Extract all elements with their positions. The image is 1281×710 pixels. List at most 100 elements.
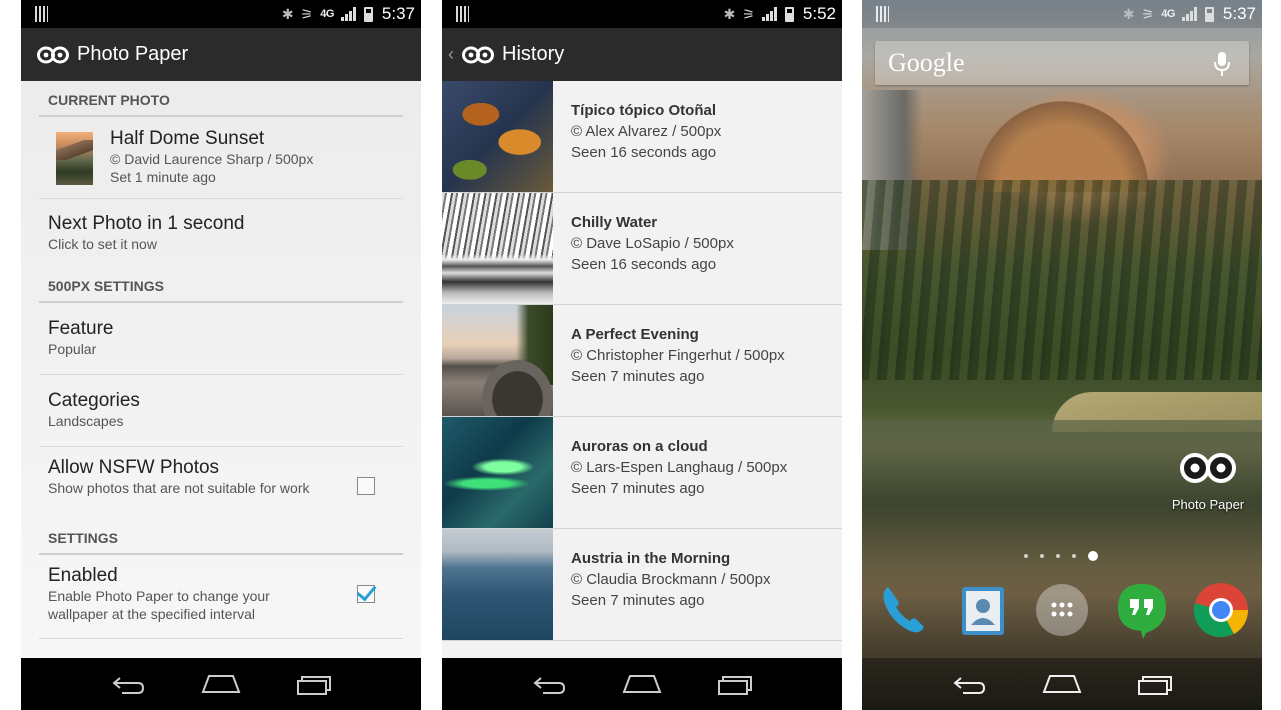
mute-icon: ⚞ (1141, 5, 1155, 22)
signal-icon (761, 7, 778, 21)
photo-seen-time: Seen 16 seconds ago (571, 144, 717, 161)
nsfw-preference[interactable]: Allow NSFW Photos Show photos that are n… (39, 447, 403, 519)
photo-credit: © Lars-Espen Langhaug / 500px (571, 459, 788, 476)
chrome-app-icon[interactable] (1192, 581, 1250, 639)
back-icon[interactable] (108, 672, 148, 696)
action-bar[interactable]: ‹ History (442, 28, 842, 81)
history-item[interactable]: Austria in the Morning © Claudia Brockma… (442, 529, 842, 641)
photo-thumbnail (442, 417, 553, 528)
status-time: 5:37 (381, 4, 415, 23)
enabled-subtitle: Enable Photo Paper to change your wallpa… (48, 588, 270, 622)
status-time: 5:37 (1222, 4, 1256, 23)
section-header-settings: SETTINGS (39, 519, 403, 555)
photo-paper-shortcut[interactable]: Photo Paper (1168, 450, 1248, 512)
photo-seen-time: Seen 7 minutes ago (571, 592, 705, 609)
current-photo-credit: © David Laurence Sharp / 500px (110, 151, 314, 167)
next-photo-item[interactable]: Next Photo in 1 second Click to set it n… (39, 199, 403, 267)
status-bar: ✱ ⚞ 4G 5:37 (862, 0, 1262, 28)
navigation-bar (21, 658, 421, 710)
current-photo-item[interactable]: Half Dome Sunset © David Laurence Sharp … (39, 117, 403, 199)
enabled-checkbox[interactable] (357, 585, 375, 603)
signal-icon (1181, 7, 1198, 21)
photo-thumbnail (442, 193, 553, 304)
photo-credit: © Christopher Fingerhut / 500px (571, 347, 785, 364)
hangouts-app-icon[interactable] (1113, 581, 1171, 639)
photo-credit: © Claudia Brockmann / 500px (571, 571, 771, 588)
google-logo: Google (888, 48, 965, 77)
navigation-bar (862, 658, 1262, 710)
battery-icon (1204, 6, 1214, 22)
photo-paper-app-icon[interactable] (37, 45, 69, 65)
home-icon[interactable] (622, 672, 662, 696)
page-title: History (502, 43, 565, 65)
bluetooth-icon: ✱ (723, 5, 736, 22)
categories-title: Categories (48, 390, 140, 411)
recent-apps-icon[interactable] (715, 672, 755, 696)
history-item[interactable]: Auroras on a cloud © Lars-Espen Langhaug… (442, 417, 842, 529)
up-caret-icon[interactable]: ‹ (448, 44, 454, 65)
recent-apps-icon[interactable] (1135, 672, 1175, 696)
home-icon[interactable] (1042, 672, 1082, 696)
settings-screen: ✱ ⚞ 4G 5:37 Photo Paper CURRENT PHOTO Ha… (21, 0, 421, 710)
phone-app-icon[interactable] (874, 581, 932, 639)
nsfw-checkbox[interactable] (357, 477, 375, 495)
photo-thumbnail (442, 529, 553, 640)
current-photo-thumbnail (56, 132, 93, 185)
back-icon[interactable] (949, 672, 989, 696)
status-time: 5:52 (802, 4, 836, 23)
navigation-bar (442, 658, 842, 710)
google-search-bar[interactable]: Google (875, 41, 1249, 85)
settings-list: CURRENT PHOTO Half Dome Sunset © David L… (21, 81, 421, 658)
notification-icon (876, 6, 889, 22)
shortcut-label: Photo Paper (1171, 497, 1245, 512)
photo-paper-app-icon (1180, 453, 1236, 483)
notification-icon (35, 6, 48, 22)
history-list: Típico tópico Otoñal © Alex Alvarez / 50… (442, 81, 842, 658)
enabled-preference[interactable]: Enabled Enable Photo Paper to change you… (39, 555, 403, 639)
home-icon[interactable] (201, 672, 241, 696)
photo-credit: © Dave LoSapio / 500px (571, 235, 734, 252)
app-drawer-icon[interactable] (1033, 581, 1091, 639)
photo-paper-app-icon[interactable] (462, 45, 494, 65)
mute-icon: ⚞ (742, 5, 755, 22)
photo-title: Chilly Water (571, 214, 658, 231)
photo-title: A Perfect Evening (571, 326, 699, 343)
back-icon[interactable] (529, 672, 569, 696)
section-header-500px-settings: 500PX SETTINGS (39, 267, 403, 303)
photo-thumbnail (442, 305, 553, 416)
app-dock (874, 580, 1250, 640)
categories-value: Landscapes (48, 413, 124, 429)
history-item[interactable]: Chilly Water © Dave LoSapio / 500px Seen… (442, 193, 842, 305)
microphone-icon[interactable] (1213, 51, 1231, 77)
bluetooth-icon: ✱ (1122, 5, 1135, 22)
network-type-label: 4G (1161, 8, 1175, 20)
enabled-title: Enabled (48, 565, 118, 586)
photo-title: Típico tópico Otoñal (571, 102, 716, 119)
history-item[interactable]: A Perfect Evening © Christopher Fingerhu… (442, 305, 842, 417)
photo-seen-time: Seen 16 seconds ago (571, 256, 717, 273)
photo-thumbnail (442, 81, 553, 192)
current-photo-set-time: Set 1 minute ago (110, 169, 216, 185)
history-item[interactable]: Típico tópico Otoñal © Alex Alvarez / 50… (442, 81, 842, 193)
battery-icon (363, 6, 373, 22)
photo-title: Austria in the Morning (571, 550, 731, 567)
next-photo-subtitle: Click to set it now (48, 236, 157, 252)
contacts-app-icon[interactable] (954, 581, 1012, 639)
mute-icon: ⚞ (300, 5, 314, 22)
categories-preference[interactable]: Categories Landscapes (39, 375, 403, 447)
section-header-current-photo: CURRENT PHOTO (39, 81, 403, 117)
nsfw-subtitle: Show photos that are not suitable for wo… (48, 480, 310, 496)
feature-preference[interactable]: Feature Popular (39, 303, 403, 375)
photo-title: Auroras on a cloud (571, 438, 708, 455)
photo-seen-time: Seen 7 minutes ago (571, 480, 705, 497)
next-photo-title: Next Photo in 1 second (48, 213, 245, 234)
action-bar: Photo Paper (21, 28, 421, 81)
feature-value: Popular (48, 341, 97, 357)
status-bar: ✱ ⚞ 5:52 (442, 0, 842, 28)
photo-seen-time: Seen 7 minutes ago (571, 368, 705, 385)
nsfw-title: Allow NSFW Photos (48, 457, 220, 478)
current-photo-title: Half Dome Sunset (110, 128, 265, 149)
page-indicator (1024, 551, 1098, 561)
home-screen: ✱ ⚞ 4G 5:37 Google Photo Paper (862, 0, 1262, 710)
recent-apps-icon[interactable] (294, 672, 334, 696)
